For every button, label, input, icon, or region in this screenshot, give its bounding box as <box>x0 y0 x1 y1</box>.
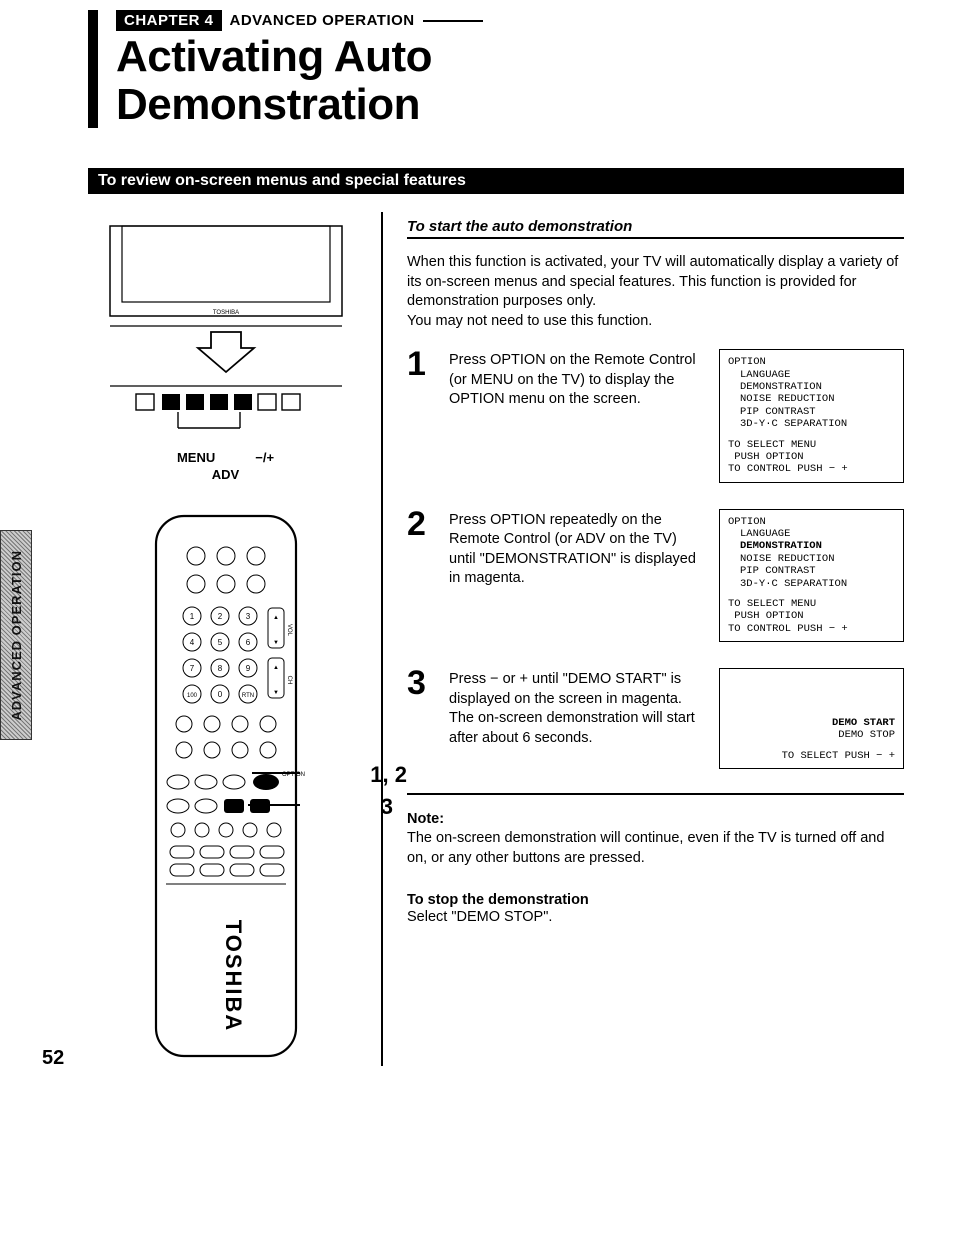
svg-text:7: 7 <box>189 664 194 673</box>
svg-text:3: 3 <box>245 612 250 621</box>
stop-body: Select "DEMO STOP". <box>407 908 904 928</box>
svg-text:1: 1 <box>189 612 194 621</box>
page-title: Activating Auto Demonstration <box>116 33 904 128</box>
subhead: To start the auto demonstration <box>407 218 904 239</box>
svg-text:9: 9 <box>245 664 250 673</box>
svg-text:4: 4 <box>189 638 194 647</box>
steps-block: 1 Press OPTION on the Remote Control (or… <box>407 349 904 795</box>
tv-minusplus-label: −/+ <box>255 450 274 465</box>
chapter-row: CHAPTER 4 ADVANCED OPERATION <box>116 10 904 31</box>
right-column: To start the auto demonstration When thi… <box>407 212 904 1066</box>
chapter-label: ADVANCED OPERATION <box>230 12 415 29</box>
note-body: The on-screen demonstration will continu… <box>407 829 904 868</box>
chapter-rule <box>423 20 483 22</box>
osd-box-2: OPTION LANGUAGE DEMONSTRATION NOISE REDU… <box>719 509 904 642</box>
svg-text:VOL: VOL <box>286 624 292 637</box>
svg-text:6: 6 <box>245 638 250 647</box>
stop-head: To stop the demonstration <box>407 892 904 908</box>
intro-text: When this function is activated, your TV… <box>407 253 904 331</box>
svg-text:2: 2 <box>217 612 222 621</box>
left-column: TOSHIBA MENU −/+ <box>88 212 383 1066</box>
remote-diagram: 1 2 3 4 5 6 7 8 9 100 0 RTN ▲ ▼ VOL <box>126 506 326 1066</box>
step-1-text: Press OPTION on the Remote Control (or M… <box>449 349 705 482</box>
svg-text:CH: CH <box>286 676 292 685</box>
step-1-num: 1 <box>407 349 435 482</box>
svg-text:0: 0 <box>217 690 222 699</box>
svg-text:8: 8 <box>217 664 222 673</box>
svg-text:100: 100 <box>186 693 197 699</box>
tv-menu-label: MENU <box>177 450 215 465</box>
remote-diagram-wrap: 1 2 3 4 5 6 7 8 9 100 0 RTN ▲ ▼ VOL <box>88 506 363 1066</box>
step-2-text: Press OPTION repeatedly on the Remote Co… <box>449 509 705 642</box>
svg-text:▼: ▼ <box>273 690 279 696</box>
callout-3: 3 <box>381 794 393 820</box>
step-2: 2 Press OPTION repeatedly on the Remote … <box>407 509 904 642</box>
side-tab-label: ADVANCED OPERATION <box>9 550 24 721</box>
svg-text:5: 5 <box>217 638 222 647</box>
step-3-num: 3 <box>407 668 435 769</box>
page-number: 52 <box>42 1047 64 1070</box>
tv-front-diagram: TOSHIBA <box>106 222 346 432</box>
callout-1-2: 1, 2 <box>370 762 407 788</box>
chapter-box: CHAPTER 4 <box>116 10 222 31</box>
note-head: Note: <box>407 811 904 827</box>
osd-box-1: OPTION LANGUAGE DEMONSTRATION NOISE REDU… <box>719 349 904 482</box>
step-3-text: Press − or + until "DEMO START" is displ… <box>449 668 705 769</box>
svg-text:▲: ▲ <box>273 615 279 621</box>
tv-adv-label: ADV <box>88 467 363 482</box>
remote-brand-label: TOSHIBA <box>221 920 246 1033</box>
osd-box-3: DEMO START DEMO STOP TO SELECT PUSH − + <box>719 668 904 769</box>
section-bar: To review on-screen menus and special fe… <box>88 168 904 194</box>
step-2-num: 2 <box>407 509 435 642</box>
svg-text:▲: ▲ <box>273 665 279 671</box>
side-tab: ADVANCED OPERATION <box>0 530 32 740</box>
step-1: 1 Press OPTION on the Remote Control (or… <box>407 349 904 482</box>
tv-brand-label: TOSHIBA <box>212 310 238 316</box>
svg-text:▼: ▼ <box>273 640 279 646</box>
step-3: 3 Press − or + until "DEMO START" is dis… <box>407 668 904 769</box>
page-header: CHAPTER 4 ADVANCED OPERATION Activating … <box>88 10 904 128</box>
svg-text:RTN: RTN <box>241 693 253 699</box>
